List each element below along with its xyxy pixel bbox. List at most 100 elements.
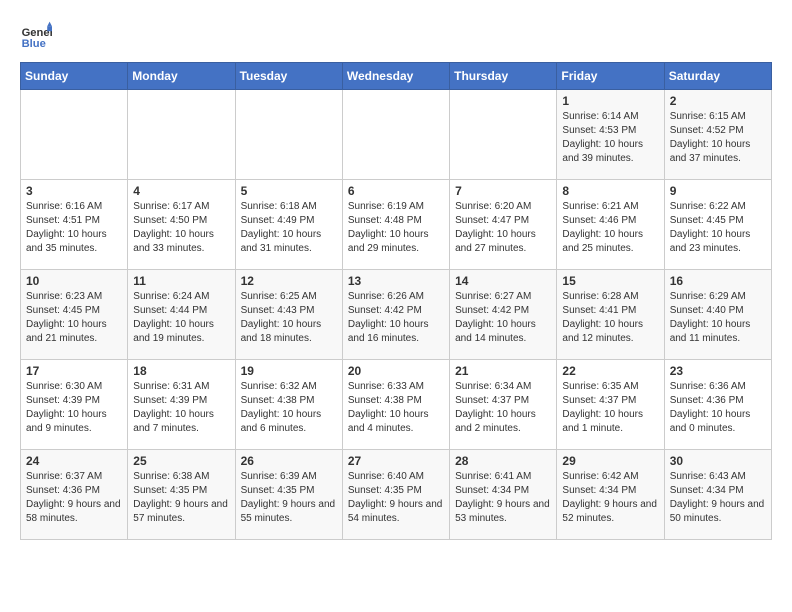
day-header: Thursday [450,63,557,90]
calendar-table: SundayMondayTuesdayWednesdayThursdayFrid… [20,62,772,540]
day-number: 4 [133,184,229,198]
calendar-cell [128,90,235,180]
day-number: 16 [670,274,766,288]
header: General Blue [20,20,772,52]
day-header: Sunday [21,63,128,90]
calendar-cell: 21 Sunrise: 6:34 AM Sunset: 4:37 PM Dayli… [450,360,557,450]
cell-content: Sunrise: 6:29 AM Sunset: 4:40 PM Dayligh… [670,290,766,346]
day-number: 27 [348,454,444,468]
day-number: 6 [348,184,444,198]
calendar-cell: 23 Sunrise: 6:36 AM Sunset: 4:36 PM Dayli… [664,360,771,450]
cell-content: Sunrise: 6:38 AM Sunset: 4:35 PM Dayligh… [133,470,229,526]
cell-content: Sunrise: 6:37 AM Sunset: 4:36 PM Dayligh… [26,470,122,526]
calendar-cell: 16 Sunrise: 6:29 AM Sunset: 4:40 PM Dayli… [664,270,771,360]
svg-text:Blue: Blue [22,38,46,50]
cell-content: Sunrise: 6:19 AM Sunset: 4:48 PM Dayligh… [348,200,444,256]
cell-content: Sunrise: 6:17 AM Sunset: 4:50 PM Dayligh… [133,200,229,256]
calendar-cell: 14 Sunrise: 6:27 AM Sunset: 4:42 PM Dayli… [450,270,557,360]
calendar-week-row: 3 Sunrise: 6:16 AM Sunset: 4:51 PM Daylig… [21,180,772,270]
day-number: 29 [562,454,658,468]
cell-content: Sunrise: 6:16 AM Sunset: 4:51 PM Dayligh… [26,200,122,256]
day-number: 10 [26,274,122,288]
calendar-cell: 19Sunrise: 6:32 AM Sunset: 4:38 PM Dayli… [235,360,342,450]
calendar-cell [342,90,449,180]
cell-content: Sunrise: 6:36 AM Sunset: 4:36 PM Dayligh… [670,380,766,436]
cell-content: Sunrise: 6:14 AM Sunset: 4:53 PM Dayligh… [562,110,658,166]
day-header: Friday [557,63,664,90]
day-number: 2 [670,94,766,108]
day-number: 8 [562,184,658,198]
cell-content: Sunrise: 6:21 AM Sunset: 4:46 PM Dayligh… [562,200,658,256]
cell-content: Sunrise: 6:27 AM Sunset: 4:42 PM Dayligh… [455,290,551,346]
calendar-cell: 5Sunrise: 6:18 AM Sunset: 4:49 PM Daylig… [235,180,342,270]
day-number: 25 [133,454,229,468]
calendar-cell: 22 Sunrise: 6:35 AM Sunset: 4:37 PM Dayli… [557,360,664,450]
day-number: 1 [562,94,658,108]
calendar-cell: 28Sunrise: 6:41 AM Sunset: 4:34 PM Dayli… [450,450,557,540]
calendar-cell: 4 Sunrise: 6:17 AM Sunset: 4:50 PM Daylig… [128,180,235,270]
calendar-cell: 2 Sunrise: 6:15 AM Sunset: 4:52 PM Daylig… [664,90,771,180]
cell-content: Sunrise: 6:24 AM Sunset: 4:44 PM Dayligh… [133,290,229,346]
cell-content: Sunrise: 6:18 AM Sunset: 4:49 PM Dayligh… [241,200,337,256]
calendar-header-row: SundayMondayTuesdayWednesdayThursdayFrid… [21,63,772,90]
cell-content: Sunrise: 6:28 AM Sunset: 4:41 PM Dayligh… [562,290,658,346]
cell-content: Sunrise: 6:15 AM Sunset: 4:52 PM Dayligh… [670,110,766,166]
day-number: 9 [670,184,766,198]
day-number: 7 [455,184,551,198]
calendar-cell: 10Sunrise: 6:23 AM Sunset: 4:45 PM Dayli… [21,270,128,360]
calendar-cell: 30Sunrise: 6:43 AM Sunset: 4:34 PM Dayli… [664,450,771,540]
calendar-cell: 12 Sunrise: 6:25 AM Sunset: 4:43 PM Dayli… [235,270,342,360]
day-number: 20 [348,364,444,378]
day-number: 14 [455,274,551,288]
calendar-cell: 27 Sunrise: 6:40 AM Sunset: 4:35 PM Dayli… [342,450,449,540]
day-header: Wednesday [342,63,449,90]
day-number: 21 [455,364,551,378]
day-number: 24 [26,454,122,468]
day-number: 18 [133,364,229,378]
day-number: 28 [455,454,551,468]
calendar-cell: 29 Sunrise: 6:42 AM Sunset: 4:34 PM Dayli… [557,450,664,540]
day-number: 3 [26,184,122,198]
logo-icon: General Blue [20,20,52,52]
cell-content: Sunrise: 6:40 AM Sunset: 4:35 PM Dayligh… [348,470,444,526]
day-number: 26 [241,454,337,468]
calendar-week-row: 10Sunrise: 6:23 AM Sunset: 4:45 PM Dayli… [21,270,772,360]
day-number: 30 [670,454,766,468]
calendar-cell: 3 Sunrise: 6:16 AM Sunset: 4:51 PM Daylig… [21,180,128,270]
cell-content: Sunrise: 6:39 AM Sunset: 4:35 PM Dayligh… [241,470,337,526]
day-number: 19 [241,364,337,378]
day-header: Saturday [664,63,771,90]
calendar-week-row: 1 Sunrise: 6:14 AM Sunset: 4:53 PM Daylig… [21,90,772,180]
day-number: 22 [562,364,658,378]
calendar-cell: 9 Sunrise: 6:22 AM Sunset: 4:45 PM Daylig… [664,180,771,270]
calendar-cell: 15 Sunrise: 6:28 AM Sunset: 4:41 PM Dayli… [557,270,664,360]
calendar-cell: 13Sunrise: 6:26 AM Sunset: 4:42 PM Dayli… [342,270,449,360]
calendar-cell: 6 Sunrise: 6:19 AM Sunset: 4:48 PM Daylig… [342,180,449,270]
logo: General Blue [20,20,52,52]
calendar-cell [450,90,557,180]
calendar-cell: 17 Sunrise: 6:30 AM Sunset: 4:39 PM Dayli… [21,360,128,450]
cell-content: Sunrise: 6:34 AM Sunset: 4:37 PM Dayligh… [455,380,551,436]
cell-content: Sunrise: 6:33 AM Sunset: 4:38 PM Dayligh… [348,380,444,436]
calendar-cell: 20 Sunrise: 6:33 AM Sunset: 4:38 PM Dayli… [342,360,449,450]
day-number: 12 [241,274,337,288]
day-number: 17 [26,364,122,378]
calendar-cell: 25 Sunrise: 6:38 AM Sunset: 4:35 PM Dayli… [128,450,235,540]
calendar-cell: 18Sunrise: 6:31 AM Sunset: 4:39 PM Dayli… [128,360,235,450]
day-number: 15 [562,274,658,288]
day-header: Monday [128,63,235,90]
calendar-cell [21,90,128,180]
calendar-cell: 1 Sunrise: 6:14 AM Sunset: 4:53 PM Daylig… [557,90,664,180]
day-header: Tuesday [235,63,342,90]
day-number: 11 [133,274,229,288]
cell-content: Sunrise: 6:25 AM Sunset: 4:43 PM Dayligh… [241,290,337,346]
calendar-cell [235,90,342,180]
day-number: 23 [670,364,766,378]
cell-content: Sunrise: 6:35 AM Sunset: 4:37 PM Dayligh… [562,380,658,436]
calendar-week-row: 17 Sunrise: 6:30 AM Sunset: 4:39 PM Dayli… [21,360,772,450]
cell-content: Sunrise: 6:42 AM Sunset: 4:34 PM Dayligh… [562,470,658,526]
calendar-cell: 8 Sunrise: 6:21 AM Sunset: 4:46 PM Daylig… [557,180,664,270]
cell-content: Sunrise: 6:30 AM Sunset: 4:39 PM Dayligh… [26,380,122,436]
cell-content: Sunrise: 6:22 AM Sunset: 4:45 PM Dayligh… [670,200,766,256]
calendar-week-row: 24 Sunrise: 6:37 AM Sunset: 4:36 PM Dayli… [21,450,772,540]
